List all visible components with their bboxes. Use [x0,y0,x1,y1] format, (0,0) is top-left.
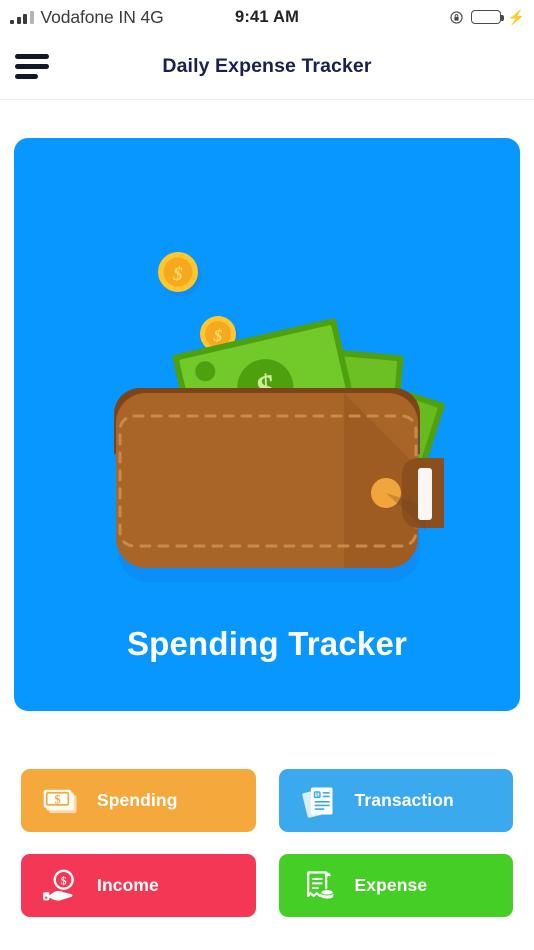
spending-tracker-card[interactable]: $ $ $ [14,138,520,711]
hero-title: Spending Tracker [126,625,408,662]
spending-button[interactable]: $ Spending [21,769,256,832]
svg-text:$: $ [213,326,223,345]
rotation-lock-icon [449,10,464,25]
status-bar-right: ⚡ [449,0,525,34]
status-bar: Vodafone IN 4G 9:41 AM ⚡ [0,0,534,34]
hamburger-menu-icon[interactable] [15,52,57,82]
coin-top: $ [158,252,201,296]
wallet-illustration: $ $ $ [14,138,520,608]
transaction-button-label: Transaction [354,790,454,810]
transaction-button[interactable]: $ Transaction [278,769,513,832]
page-title: Daily Expense Tracker [162,55,372,77]
income-button-label: Income [97,875,159,895]
expense-button[interactable]: Expense [278,854,513,917]
income-button[interactable]: $ Income [21,854,256,917]
svg-text:$: $ [172,264,183,285]
charging-bolt-icon: ⚡ [507,9,525,25]
app-header: Daily Expense Tracker [0,34,534,100]
svg-text:$: $ [55,792,61,806]
svg-text:$: $ [315,792,318,799]
hand-holding-coin-icon: $ [41,866,81,906]
action-button-grid: $ Spending $ Transaction $ Income Expens… [21,769,513,917]
expense-button-label: Expense [354,875,428,895]
app-screen: Vodafone IN 4G 9:41 AM ⚡ Daily Expense T… [0,0,534,950]
banknotes-stack-icon: $ [41,781,81,821]
battery-icon [470,10,504,24]
svg-text:$: $ [61,874,67,887]
invoice-documents-icon: $ [299,781,339,821]
clock-label: 9:41 AM [234,7,300,26]
receipt-with-coins-icon [299,866,339,906]
spending-button-label: Spending [97,790,178,810]
